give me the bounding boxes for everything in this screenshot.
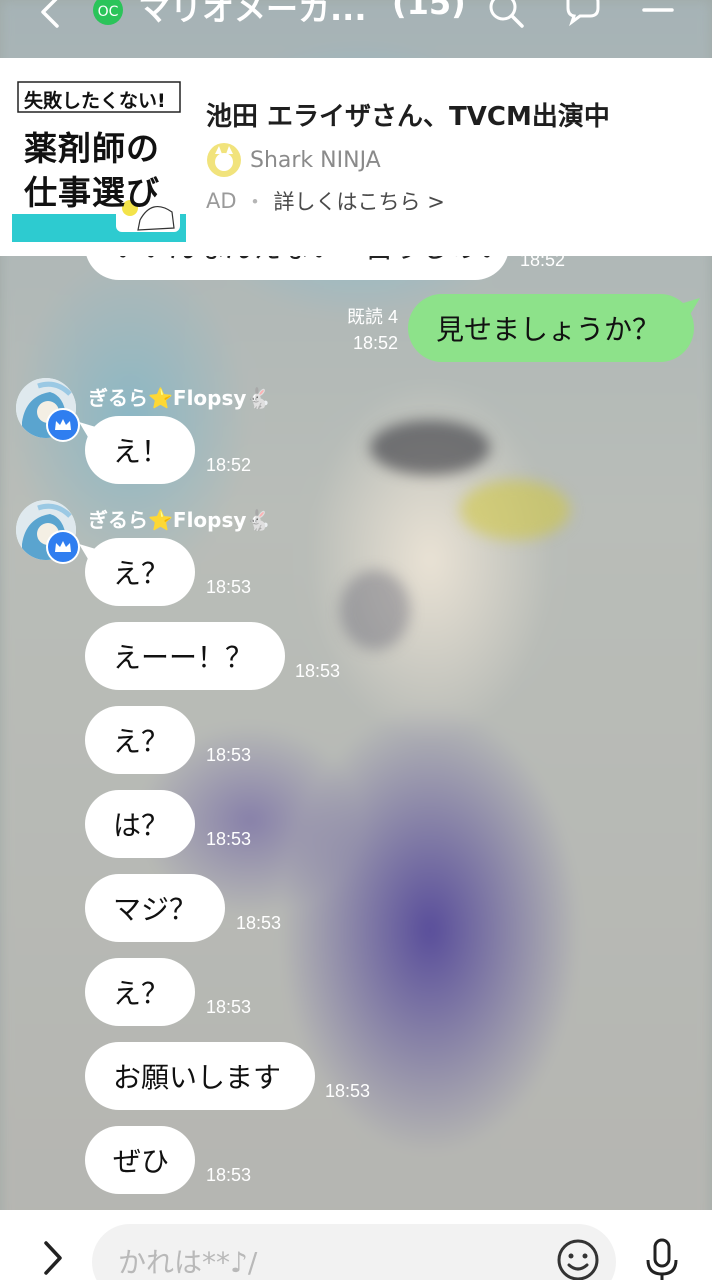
sender-name: ぎるら⭐Flopsy🐇 (88, 508, 272, 532)
ad-banner[interactable]: 失敗したくない! 薬剤師の 仕事選び 池田 エライザさん、TVCM出演中 Sha… (0, 58, 712, 256)
message-text: えーー！？ (113, 641, 254, 674)
message-text: え？ (113, 725, 170, 758)
voice-input-button[interactable] (640, 1238, 684, 1280)
read-receipt: 既読 4 18:52 (300, 304, 398, 356)
member-count: (15) (392, 0, 466, 22)
message-text: え！ (113, 435, 170, 468)
expand-menu-button[interactable] (34, 1238, 70, 1278)
sponsor-logo-icon (207, 143, 241, 177)
ad-label: AD (206, 189, 237, 213)
message-bubble[interactable]: ぜひ (85, 1126, 195, 1194)
message-time: 18:52 (352, 333, 398, 353)
message-bubble[interactable]: は？ (85, 790, 195, 858)
ad-image-headline: 失敗したくない! (24, 90, 166, 112)
message-time: 18:53 (295, 661, 341, 681)
ad-meta: AD ・ 詳しくはこちら > (206, 186, 445, 216)
search-button[interactable] (484, 0, 528, 36)
message-time: 18:53 (206, 997, 252, 1017)
admin-badge (46, 530, 80, 564)
openchat-icon: OC (88, 0, 128, 36)
message-text: ぜひ (113, 1145, 170, 1178)
crown-icon (55, 541, 71, 552)
message-input-bar (0, 1210, 712, 1280)
message-input[interactable] (92, 1224, 616, 1280)
crown-icon (55, 419, 71, 430)
chat-bubbles-icon (566, 0, 600, 27)
message-bubble[interactable]: えーー！？ (85, 622, 285, 690)
message-time: 18:53 (206, 1165, 252, 1185)
threads-button[interactable] (560, 0, 604, 36)
hamburger-menu-icon (642, 8, 674, 12)
message-bubble[interactable]: え？ (85, 706, 195, 774)
background-nose (340, 570, 410, 650)
message-bubble[interactable]: え！ (85, 416, 195, 484)
chat-screen: OC マリオメーカ... (15) いいんなんえない一自りしのい 18:52 (0, 0, 712, 1280)
sender-name: ぎるら⭐Flopsy🐇 (88, 386, 272, 410)
background-eye-right (460, 480, 570, 540)
read-status: 既読 4 (346, 307, 398, 327)
ad-image-line1: 薬剤師の (24, 129, 160, 168)
message-text: は？ (113, 809, 170, 842)
microphone-icon (646, 1238, 678, 1280)
message-time: 18:53 (206, 745, 252, 765)
message-bubble[interactable]: お願いします (85, 1042, 315, 1110)
admin-badge (46, 408, 80, 442)
message-time: 18:53 (206, 577, 252, 597)
message-text: お願いします (113, 1061, 282, 1094)
message-text: え？ (113, 557, 170, 590)
chevron-left-icon (41, 0, 59, 28)
message-bubble[interactable]: え？ (85, 538, 195, 606)
message-text: マジ？ (113, 893, 198, 926)
smiley-icon (557, 1239, 599, 1280)
ad-image-line2: 仕事選び (24, 173, 160, 212)
message-time: 18:53 (325, 1081, 371, 1101)
room-title[interactable]: マリオメーカ... (138, 0, 366, 32)
message-bubble[interactable]: マジ？ (85, 874, 225, 942)
ad-sponsor: Shark NINJA (206, 142, 381, 178)
chevron-right-icon (44, 1241, 62, 1275)
message-time: 18:52 (206, 455, 252, 475)
ad-separator: ・ (244, 190, 266, 214)
message-text: 見せましょうか？ (436, 313, 661, 346)
ad-title[interactable]: 池田 エライザさん、TVCM出演中 (206, 96, 610, 133)
emoji-button[interactable] (556, 1238, 600, 1280)
message-bubble[interactable]: え？ (85, 958, 195, 1026)
background-eye-left (370, 420, 490, 475)
back-button[interactable] (30, 0, 70, 36)
chat-header: OC マリオメーカ... (15) (0, 0, 712, 60)
svg-text:OC: OC (98, 4, 119, 20)
search-icon (489, 0, 524, 28)
menu-button[interactable] (636, 0, 680, 36)
message-text: え？ (113, 977, 170, 1010)
ad-sponsor-name: Shark NINJA (250, 147, 381, 173)
ad-detail-link[interactable]: 詳しくはこちら > (274, 186, 445, 216)
ad-image[interactable]: 失敗したくない! 薬剤師の 仕事選び (12, 80, 186, 301)
message-time: 18:53 (206, 829, 252, 849)
message-time: 18:53 (236, 913, 282, 933)
my-message-bubble[interactable]: 見せましょうか？ (408, 294, 694, 362)
